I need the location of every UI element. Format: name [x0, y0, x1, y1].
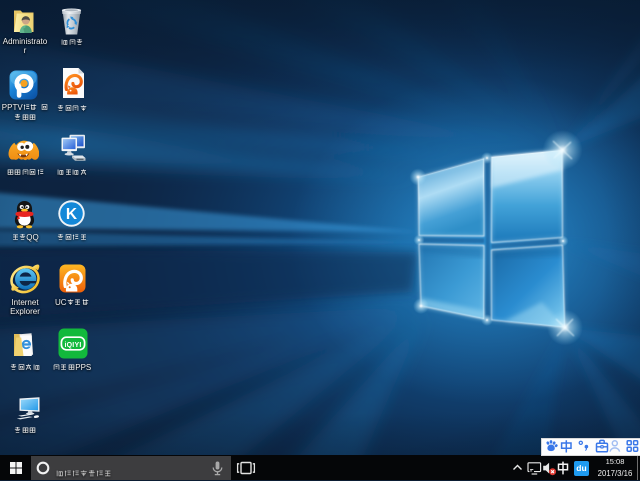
svg-text:K: K: [66, 206, 78, 223]
svg-text:iQIYI: iQIYI: [65, 342, 82, 349]
